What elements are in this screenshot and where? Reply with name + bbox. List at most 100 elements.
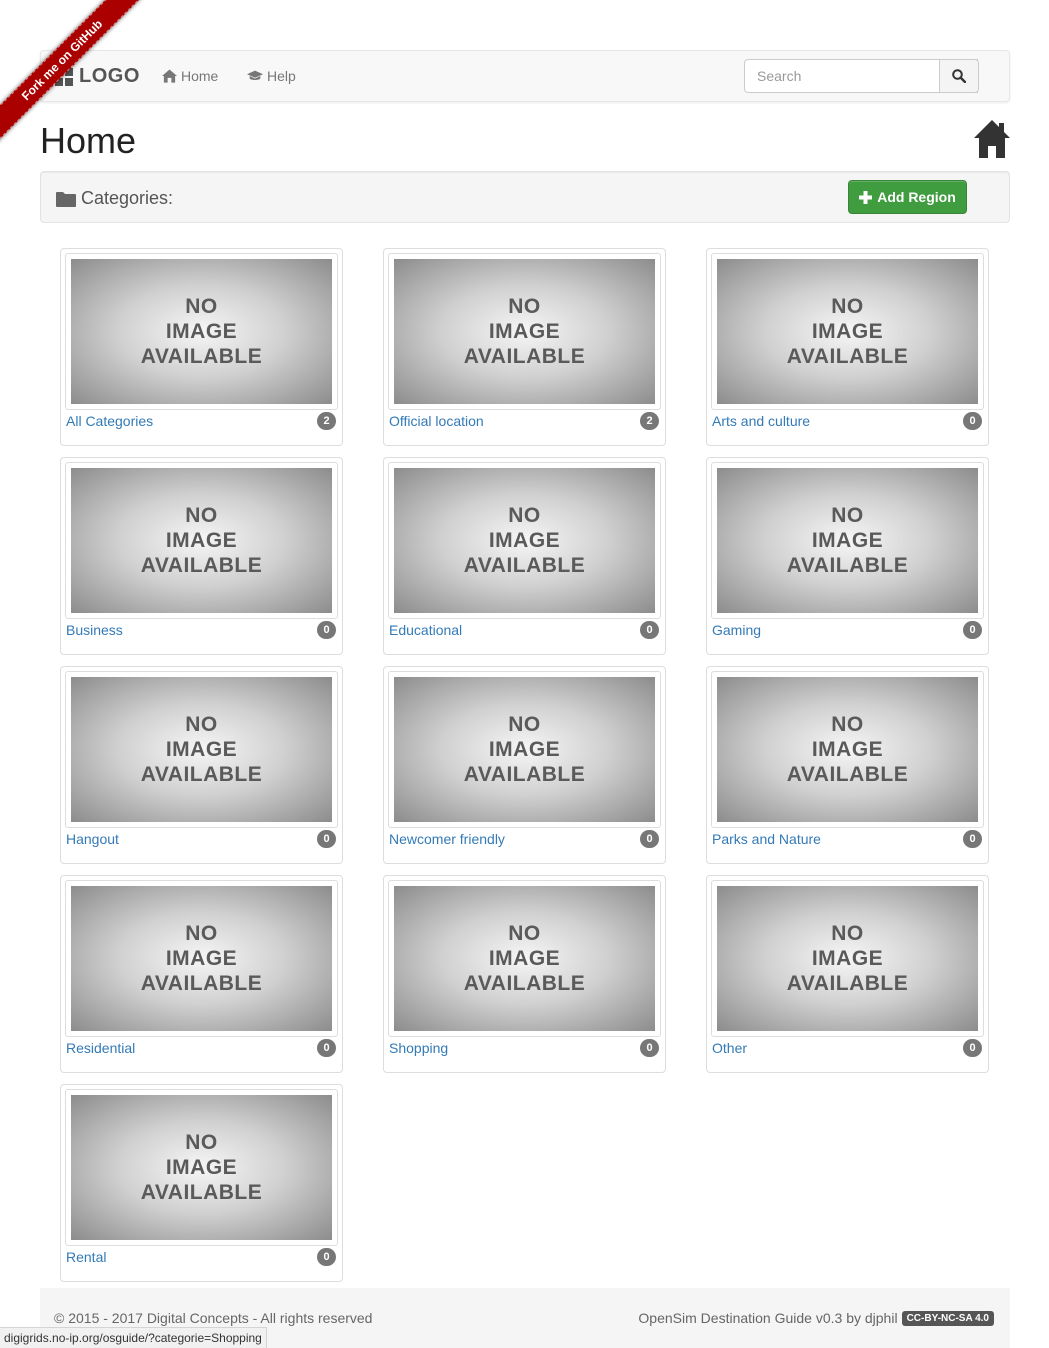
category-thumbnail[interactable]: NO IMAGE AVAILABLE <box>388 253 661 410</box>
no-image-text: IMAGE <box>165 738 238 761</box>
no-image-text: IMAGE <box>165 947 238 970</box>
category-thumbnail[interactable]: NO IMAGE AVAILABLE <box>711 462 984 619</box>
category-caption: Residential 0 <box>66 1038 336 1058</box>
no-image-text: IMAGE <box>811 320 884 343</box>
category-card[interactable]: NO IMAGE AVAILABLE Arts and culture 0 <box>706 248 989 446</box>
category-count-badge: 0 <box>963 412 982 430</box>
category-link[interactable]: Official location <box>389 413 484 429</box>
no-image-placeholder: NO IMAGE AVAILABLE <box>71 468 332 613</box>
category-caption: All Categories 2 <box>66 411 336 431</box>
no-image-placeholder: NO IMAGE AVAILABLE <box>71 677 332 822</box>
category-link[interactable]: Shopping <box>389 1040 448 1056</box>
category-link[interactable]: Educational <box>389 622 462 638</box>
browser-status-bar: digigrids.no-ip.org/osguide/?categorie=S… <box>0 1327 267 1348</box>
no-image-text: AVAILABLE <box>140 763 263 786</box>
category-card[interactable]: NO IMAGE AVAILABLE Residential 0 <box>60 875 343 1073</box>
category-link[interactable]: Parks and Nature <box>712 831 821 847</box>
category-link[interactable]: Rental <box>66 1249 106 1265</box>
category-link[interactable]: Other <box>712 1040 747 1056</box>
no-image-text: NO <box>508 922 541 945</box>
no-image-text: IMAGE <box>165 320 238 343</box>
category-caption: Hangout 0 <box>66 829 336 849</box>
no-image-text: IMAGE <box>165 529 238 552</box>
no-image-text: NO <box>508 504 541 527</box>
category-card[interactable]: NO IMAGE AVAILABLE Gaming 0 <box>706 457 989 655</box>
category-thumbnail[interactable]: NO IMAGE AVAILABLE <box>711 253 984 410</box>
category-link[interactable]: Residential <box>66 1040 135 1056</box>
license-badge[interactable]: CC-BY-NC-SA 4.0 <box>901 1310 994 1326</box>
no-image-text: NO <box>831 504 864 527</box>
fork-me-ribbon[interactable]: Fork me on GitHub <box>0 0 149 147</box>
no-image-text: IMAGE <box>165 1156 238 1179</box>
navbar: LOGO Home Help <box>40 50 1010 102</box>
credit-label[interactable]: OpenSim Destination Guide v0.3 by djphil <box>638 1310 897 1326</box>
category-card[interactable]: NO IMAGE AVAILABLE Parks and Nature 0 <box>706 666 989 864</box>
category-card[interactable]: NO IMAGE AVAILABLE Official location 2 <box>383 248 666 446</box>
add-region-label: Add Region <box>877 189 956 205</box>
category-count-badge: 0 <box>963 830 982 848</box>
category-caption: Gaming 0 <box>712 620 982 640</box>
category-thumbnail[interactable]: NO IMAGE AVAILABLE <box>388 462 661 619</box>
no-image-text: NO <box>185 1131 218 1154</box>
category-thumbnail[interactable]: NO IMAGE AVAILABLE <box>65 671 338 828</box>
category-count-badge: 0 <box>640 1039 659 1057</box>
category-card[interactable]: NO IMAGE AVAILABLE Educational 0 <box>383 457 666 655</box>
no-image-text: IMAGE <box>811 947 884 970</box>
category-card[interactable]: NO IMAGE AVAILABLE All Categories 2 <box>60 248 343 446</box>
category-count-badge: 0 <box>963 621 982 639</box>
no-image-text: IMAGE <box>811 738 884 761</box>
nav-link-help[interactable]: Help <box>247 68 296 84</box>
category-count-badge: 0 <box>640 830 659 848</box>
category-caption: Business 0 <box>66 620 336 640</box>
home-icon <box>162 69 177 83</box>
no-image-placeholder: NO IMAGE AVAILABLE <box>394 468 655 613</box>
category-link[interactable]: Newcomer friendly <box>389 831 505 847</box>
home-large-icon <box>974 120 1010 158</box>
category-link[interactable]: Hangout <box>66 831 119 847</box>
no-image-text: NO <box>831 295 864 318</box>
category-card[interactable]: NO IMAGE AVAILABLE Shopping 0 <box>383 875 666 1073</box>
category-thumbnail[interactable]: NO IMAGE AVAILABLE <box>65 880 338 1037</box>
category-link[interactable]: Gaming <box>712 622 761 638</box>
no-image-text: AVAILABLE <box>140 554 263 577</box>
no-image-text: AVAILABLE <box>786 763 909 786</box>
no-image-placeholder: NO IMAGE AVAILABLE <box>71 886 332 1031</box>
category-link[interactable]: Business <box>66 622 123 638</box>
category-count-badge: 0 <box>317 1039 336 1057</box>
no-image-text: AVAILABLE <box>140 1181 263 1204</box>
no-image-text: IMAGE <box>811 529 884 552</box>
category-caption: Newcomer friendly 0 <box>389 829 659 849</box>
category-card[interactable]: NO IMAGE AVAILABLE Business 0 <box>60 457 343 655</box>
search-button[interactable] <box>939 59 979 93</box>
no-image-text: AVAILABLE <box>463 763 586 786</box>
no-image-text: NO <box>185 922 218 945</box>
category-card[interactable]: NO IMAGE AVAILABLE Newcomer friendly 0 <box>383 666 666 864</box>
categories-bar: Categories: Add Region <box>40 171 1010 223</box>
category-link[interactable]: All Categories <box>66 413 153 429</box>
category-thumbnail[interactable]: NO IMAGE AVAILABLE <box>65 253 338 410</box>
folder-icon <box>56 191 76 207</box>
category-card[interactable]: NO IMAGE AVAILABLE Other 0 <box>706 875 989 1073</box>
add-region-button[interactable]: Add Region <box>848 180 967 214</box>
category-count-badge: 0 <box>317 1248 336 1266</box>
category-thumbnail[interactable]: NO IMAGE AVAILABLE <box>388 880 661 1037</box>
categories-label: Categories: <box>81 188 174 208</box>
search-icon <box>952 69 966 83</box>
category-caption: Parks and Nature 0 <box>712 829 982 849</box>
category-caption: Official location 2 <box>389 411 659 431</box>
no-image-placeholder: NO IMAGE AVAILABLE <box>394 677 655 822</box>
category-card[interactable]: NO IMAGE AVAILABLE Hangout 0 <box>60 666 343 864</box>
github-ribbon-container: Fork me on GitHub <box>0 0 150 150</box>
no-image-text: IMAGE <box>488 320 561 343</box>
category-thumbnail[interactable]: NO IMAGE AVAILABLE <box>65 462 338 619</box>
category-link[interactable]: Arts and culture <box>712 413 810 429</box>
no-image-placeholder: NO IMAGE AVAILABLE <box>717 468 978 613</box>
category-thumbnail[interactable]: NO IMAGE AVAILABLE <box>711 880 984 1037</box>
category-card[interactable]: NO IMAGE AVAILABLE Rental 0 <box>60 1084 343 1282</box>
category-thumbnail[interactable]: NO IMAGE AVAILABLE <box>65 1089 338 1246</box>
category-count-badge: 2 <box>640 412 659 430</box>
category-thumbnail[interactable]: NO IMAGE AVAILABLE <box>711 671 984 828</box>
category-thumbnail[interactable]: NO IMAGE AVAILABLE <box>388 671 661 828</box>
nav-link-home[interactable]: Home <box>162 68 218 84</box>
category-count-badge: 0 <box>317 830 336 848</box>
